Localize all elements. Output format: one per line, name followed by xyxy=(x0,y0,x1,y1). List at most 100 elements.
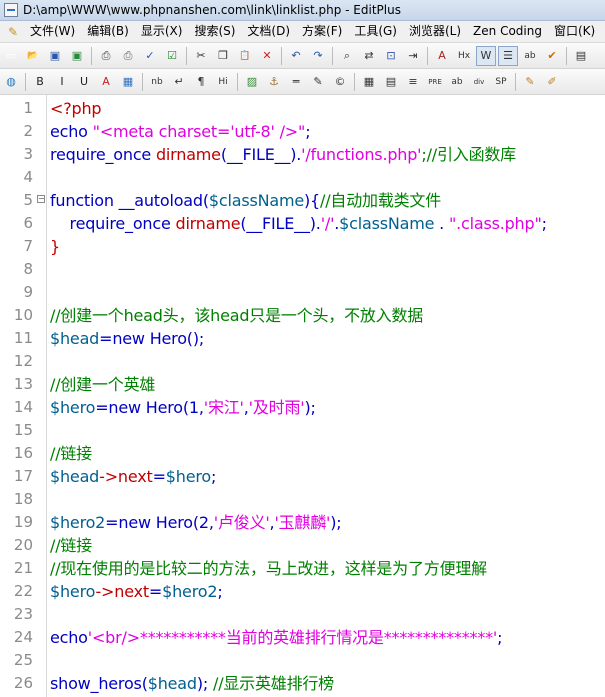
copy-button[interactable]: ❐ xyxy=(213,46,233,66)
word-wrap-button[interactable]: W xyxy=(476,45,496,66)
cut-button[interactable]: ✂ xyxy=(191,46,211,66)
hr-button[interactable]: ═ xyxy=(286,72,306,92)
hex-button[interactable]: Hx xyxy=(454,46,474,66)
nbsp-button[interactable]: nb xyxy=(147,72,167,92)
code-line[interactable]: 19 $hero2=new Hero(2,'卢俊义','玉麒麟'); xyxy=(0,511,605,534)
checkmark-button[interactable]: ✔ xyxy=(542,46,562,66)
ruler-button[interactable]: ☰ xyxy=(498,45,518,66)
menu-item-0[interactable]: 文件(W) xyxy=(24,22,81,41)
menu-item-1[interactable]: 编辑(B) xyxy=(81,22,135,41)
redo-icon: ↷ xyxy=(313,49,323,62)
line-number: 22 xyxy=(13,582,33,600)
print-button[interactable]: ⎙ xyxy=(96,46,116,66)
code-line[interactable]: 7} xyxy=(0,235,605,258)
bold-button[interactable]: B xyxy=(30,72,50,92)
code-line[interactable]: 17 $head->next=$hero; xyxy=(0,465,605,488)
pencil-button[interactable]: ✐ xyxy=(542,72,562,92)
save-all-button[interactable]: ▣ xyxy=(67,46,87,66)
code-line[interactable]: 15 xyxy=(0,419,605,442)
edit-button[interactable]: ✎ xyxy=(520,72,540,92)
code-token: ; xyxy=(497,628,503,647)
open-folder-button[interactable]: 📂 xyxy=(23,46,43,66)
underline-button[interactable]: U xyxy=(74,72,94,92)
code-line[interactable]: 5− function __autoload($className){//自动加载… xyxy=(0,189,605,212)
menu-item-8[interactable]: Zen Coding xyxy=(467,22,548,41)
code-line[interactable]: 10 //创建一个head头，该head只是一个头，不放入数据 xyxy=(0,304,605,327)
heading-button[interactable]: Hi xyxy=(213,72,233,92)
line-number: 18 xyxy=(13,490,33,508)
code-line[interactable]: 8 xyxy=(0,258,605,281)
color-grid-button[interactable]: ▦ xyxy=(118,72,138,92)
code-line[interactable]: 9 xyxy=(0,281,605,304)
goto-line-button[interactable]: ⇥ xyxy=(403,46,423,66)
menu-item-2[interactable]: 显示(X) xyxy=(135,22,189,41)
new-file-button[interactable]: ▭ xyxy=(1,46,21,66)
image-button[interactable]: ▨ xyxy=(242,72,262,92)
check-button[interactable]: ☑ xyxy=(162,46,182,66)
redo-button[interactable]: ↷ xyxy=(308,46,328,66)
div-button[interactable]: div xyxy=(469,72,489,92)
paragraph-icon: ¶ xyxy=(197,75,205,88)
code-line[interactable]: 24 echo'<br/>***********当前的英雄排行情况是*******… xyxy=(0,626,605,649)
code-line[interactable]: 14 $hero=new Hero(1,'宋江','及时雨'); xyxy=(0,396,605,419)
code-line[interactable]: 16 //链接 xyxy=(0,442,605,465)
span-button[interactable]: SP xyxy=(491,72,511,92)
pre-button[interactable]: PRE xyxy=(425,72,445,92)
code-text: require_once dirname(__FILE__).'/functio… xyxy=(50,143,516,166)
spell-toggle-button[interactable]: ab xyxy=(520,46,540,66)
code-line[interactable]: 3 require_once dirname(__FILE__).'/functi… xyxy=(0,143,605,166)
code-line[interactable]: 18 xyxy=(0,488,605,511)
menu-item-4[interactable]: 文档(D) xyxy=(241,22,296,41)
menu-item-7[interactable]: 浏览器(L) xyxy=(403,22,467,41)
code-line[interactable]: 20 //链接 xyxy=(0,534,605,557)
table-button[interactable]: ▦ xyxy=(359,72,379,92)
code-line[interactable]: 4 xyxy=(0,166,605,189)
menu-item-3[interactable]: 搜索(S) xyxy=(188,22,241,41)
code-line[interactable]: 26 show_heros($head); //显示英雄排行榜 xyxy=(0,672,605,695)
print-preview-button[interactable]: ⎙ xyxy=(118,46,138,66)
code-line[interactable]: 13 //创建一个英雄 xyxy=(0,373,605,396)
code-text: //现在使用的是比较二的方法，马上改进，这样是为了方便理解 xyxy=(50,557,487,580)
menu-item-5[interactable]: 方案(F) xyxy=(296,22,348,41)
code-line[interactable]: 22 $hero->next=$hero2; xyxy=(0,580,605,603)
code-line[interactable]: 25 xyxy=(0,649,605,672)
spell-check-button[interactable]: ✓ xyxy=(140,46,160,66)
form-button[interactable]: ▤ xyxy=(381,72,401,92)
find-in-files-button[interactable]: ⊡ xyxy=(381,46,401,66)
list-button[interactable]: ≡ xyxy=(403,72,423,92)
list-icon: ≡ xyxy=(408,75,418,88)
fold-toggle-icon[interactable]: − xyxy=(37,195,45,203)
code-line[interactable]: 23 xyxy=(0,603,605,626)
paste-button[interactable]: 📋 xyxy=(235,46,255,66)
font-button[interactable]: A xyxy=(432,46,452,66)
copyright-button[interactable]: © xyxy=(330,72,350,92)
menu-item-9[interactable]: 窗口(K) xyxy=(548,22,601,41)
code-token: require_once xyxy=(50,145,156,164)
comment-button[interactable]: ✎ xyxy=(308,72,328,92)
undo-button[interactable]: ↶ xyxy=(286,46,306,66)
save-button[interactable]: ▣ xyxy=(45,46,65,66)
code-token: //创建一个英雄 xyxy=(50,375,156,394)
anchor-button[interactable]: ⚓ xyxy=(264,72,284,92)
replace-button[interactable]: ⇄ xyxy=(359,46,379,66)
abbr-button[interactable]: ab xyxy=(447,72,467,92)
paragraph-button[interactable]: ¶ xyxy=(191,72,211,92)
break-button[interactable]: ↵ xyxy=(169,72,189,92)
menu-item-6[interactable]: 工具(G) xyxy=(348,22,403,41)
code-line[interactable]: 21 //现在使用的是比较二的方法，马上改进，这样是为了方便理解 xyxy=(0,557,605,580)
font-color-button[interactable]: A xyxy=(96,72,116,92)
code-line[interactable]: 12 xyxy=(0,350,605,373)
find-button[interactable]: ⌕ xyxy=(337,46,357,66)
toggle-panel-button[interactable]: ▤ xyxy=(571,46,591,66)
browser-button[interactable]: ◍ xyxy=(1,72,21,92)
code-line[interactable]: 11 $head=new Hero(); xyxy=(0,327,605,350)
code-editor[interactable]: 1 <?php 2 echo "<meta charset='utf-8' />"; 3… xyxy=(0,95,605,697)
italic-button[interactable]: I xyxy=(52,72,72,92)
spell-check-icon: ✓ xyxy=(145,49,155,62)
delete-button[interactable]: ✕ xyxy=(257,46,277,66)
code-line[interactable]: 6 require_once dirname(__FILE__).'/'.$cl… xyxy=(0,212,605,235)
code-line[interactable]: 2 echo "<meta charset='utf-8' />"; xyxy=(0,120,605,143)
title-bar: D:\amp\WWW\www.phpnanshen.com\link\linkl… xyxy=(0,0,605,21)
code-text: echo'<br/>***********当前的英雄排行情况是*********… xyxy=(50,626,503,649)
code-line[interactable]: 1 <?php xyxy=(0,97,605,120)
